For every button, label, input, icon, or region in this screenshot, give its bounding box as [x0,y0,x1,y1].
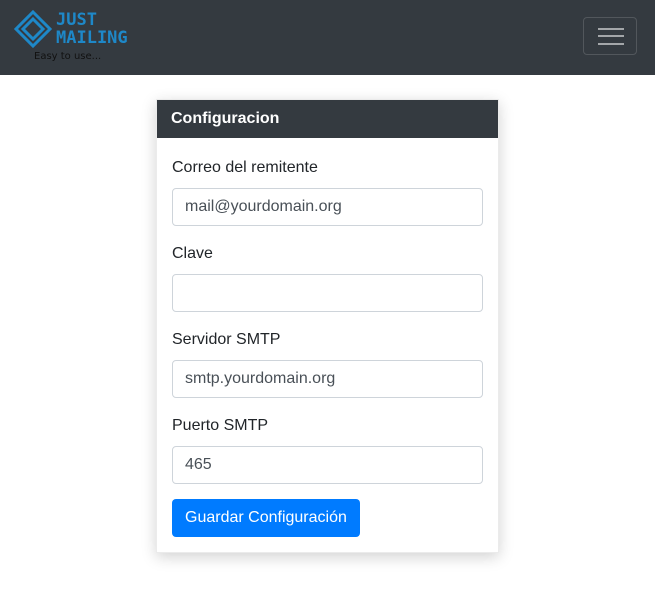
config-card: Configuracion Correo del remitente Clave… [156,99,499,553]
smtp-port-input[interactable] [172,446,483,484]
navbar: JUST MAILING Easy to use... [0,0,655,75]
hamburger-menu-icon [598,35,624,37]
smtp-port-label: Puerto SMTP [172,417,269,434]
logo-tagline: Easy to use... [34,51,102,62]
diamond-logo-icon [14,10,53,48]
logo-text-line2: MAILING [56,28,128,48]
hamburger-menu-icon [598,28,624,30]
hamburger-menu-icon [598,43,624,45]
password-label: Clave [172,245,213,262]
logo-text-line1: JUST [56,10,97,30]
save-config-button[interactable]: Guardar Configuración [172,499,360,537]
brand-logo[interactable]: JUST MAILING Easy to use... [14,10,128,66]
sender-email-label: Correo del remitente [172,159,318,176]
smtp-server-label: Servidor SMTP [172,331,281,348]
card-title: Configuracion [157,100,498,138]
password-input[interactable] [172,274,483,312]
navbar-toggler-button[interactable] [583,17,637,55]
sender-email-input[interactable] [172,188,483,226]
smtp-server-input[interactable] [172,360,483,398]
